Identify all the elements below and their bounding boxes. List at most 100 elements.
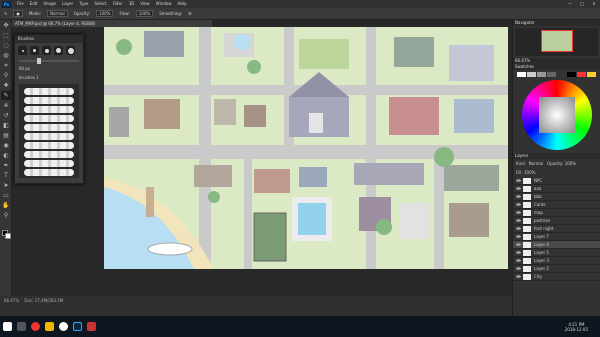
photoshop-taskbar-icon[interactable] (73, 322, 82, 331)
app-icon[interactable] (31, 322, 40, 331)
path-select-icon[interactable]: ➤ (1, 181, 11, 190)
brush-stroke-preview[interactable] (24, 169, 74, 176)
layer-row[interactable]: pastries (513, 217, 600, 225)
quick-select-icon[interactable]: ◍ (1, 51, 11, 60)
layer-row[interactable]: NPC (513, 177, 600, 185)
layer-row[interactable]: map (513, 209, 600, 217)
layer-kind-filter[interactable]: Kind (516, 161, 525, 166)
clone-stamp-icon[interactable]: ⎈ (1, 101, 11, 110)
brush-stroke-preview[interactable] (24, 142, 74, 149)
flow-field[interactable]: 100% (135, 10, 154, 17)
visibility-eye-icon[interactable] (516, 219, 521, 222)
hand-tool-icon[interactable]: ✋ (1, 201, 11, 210)
swatch[interactable] (577, 72, 586, 77)
lasso-tool-icon[interactable]: ◌ (1, 41, 11, 50)
layer-row[interactable]: City (513, 273, 600, 281)
swatch[interactable] (567, 72, 576, 77)
navigator-thumbnail[interactable] (541, 30, 573, 52)
visibility-eye-icon[interactable] (516, 251, 521, 254)
zoom-tool-icon[interactable]: ⚲ (1, 211, 11, 220)
shape-tool-icon[interactable]: ▭ (1, 191, 11, 200)
navigator-tab[interactable]: Navigator (513, 20, 600, 26)
visibility-eye-icon[interactable] (516, 243, 521, 246)
menu-file[interactable]: File (14, 0, 27, 8)
brush-stroke-preview[interactable] (24, 133, 74, 140)
visibility-eye-icon[interactable] (516, 275, 521, 278)
brush-preset[interactable] (54, 46, 63, 55)
healing-brush-icon[interactable]: ✚ (1, 81, 11, 90)
crop-tool-icon[interactable]: ⌗ (1, 61, 11, 70)
dodge-tool-icon[interactable]: ◐ (1, 151, 11, 160)
brush-stroke-preview[interactable] (24, 88, 74, 95)
brush-preset[interactable] (18, 46, 27, 55)
eraser-icon[interactable]: ◧ (1, 121, 11, 130)
brush-stroke-preview[interactable] (24, 124, 74, 131)
brush-preset[interactable] (42, 46, 51, 55)
brush-stroke-preview[interactable] (24, 151, 74, 158)
layer-row[interactable]: Layer 7 (513, 233, 600, 241)
fill-value[interactable]: 100% (524, 170, 535, 175)
swatch[interactable] (547, 72, 556, 77)
visibility-eye-icon[interactable] (516, 235, 521, 238)
swatch[interactable] (517, 72, 526, 77)
brush-tool-icon[interactable]: ✎ (4, 8, 7, 20)
gradient-tool-icon[interactable]: ▤ (1, 131, 11, 140)
swatches-tab[interactable]: Swatches (513, 64, 600, 70)
layer-row[interactable]: font night (513, 225, 600, 233)
color-picker-square[interactable] (538, 97, 575, 133)
history-brush-icon[interactable]: ↺ (1, 111, 11, 120)
pen-tool-icon[interactable]: ✒ (1, 161, 11, 170)
swatch[interactable] (557, 72, 566, 77)
layer-row[interactable]: bbb (513, 193, 600, 201)
maximize-icon[interactable]: □ (576, 0, 588, 8)
app-icon[interactable] (87, 322, 96, 331)
visibility-eye-icon[interactable] (516, 259, 521, 262)
type-tool-icon[interactable]: T (1, 171, 11, 180)
blend-mode-dropdown[interactable]: Normal (529, 161, 543, 166)
windows-start-icon[interactable] (3, 322, 12, 331)
menu-image[interactable]: Image (40, 0, 59, 8)
folder-icon[interactable] (45, 322, 54, 331)
visibility-eye-icon[interactable] (516, 227, 521, 230)
close-icon[interactable]: ✕ (588, 0, 600, 8)
marquee-tool-icon[interactable]: ⬚ (1, 31, 11, 40)
brush-folder[interactable]: brushes 1 (15, 73, 83, 82)
minimize-icon[interactable]: — (564, 0, 576, 8)
visibility-eye-icon[interactable] (516, 195, 521, 198)
brush-stroke-preview[interactable] (24, 97, 74, 104)
search-icon[interactable] (17, 322, 26, 331)
swatch[interactable] (587, 72, 596, 77)
visibility-eye-icon[interactable] (516, 187, 521, 190)
visibility-eye-icon[interactable] (516, 203, 521, 206)
swatch[interactable] (527, 72, 536, 77)
brush-preset-picker[interactable]: ● (13, 10, 23, 17)
brush-preset[interactable] (66, 46, 75, 55)
brush-stroke-preview[interactable] (24, 160, 74, 167)
layer-row[interactable]: Layer 2 (513, 265, 600, 273)
blur-tool-icon[interactable]: ◉ (1, 141, 11, 150)
browser-icon[interactable] (59, 322, 68, 331)
system-clock[interactable]: 4:21 PM 2018-12-05 (565, 322, 588, 332)
visibility-eye-icon[interactable] (516, 211, 521, 214)
document-tab[interactable]: ATM_MAP.psd @ 66.7% (Layer 4, RGB/8) (12, 20, 212, 27)
layer-opacity-value[interactable]: 100% (565, 161, 576, 166)
layer-row-selected[interactable]: Layer 4 (513, 241, 600, 249)
menu-view[interactable]: View (137, 0, 153, 8)
brush-stroke-preview[interactable] (24, 115, 74, 122)
brush-tool-icon[interactable]: ✎ (1, 91, 11, 100)
map-canvas[interactable] (104, 27, 508, 269)
opacity-field[interactable]: 100% (96, 10, 114, 17)
visibility-eye-icon[interactable] (516, 179, 521, 182)
layer-row[interactable]: Cards (513, 201, 600, 209)
background-color-swatch[interactable] (5, 233, 11, 239)
layer-row[interactable]: Layer 5 (513, 249, 600, 257)
visibility-eye-icon[interactable] (516, 267, 521, 270)
gear-icon[interactable]: ⚙ (188, 8, 192, 20)
eyedropper-icon[interactable]: ⚲ (1, 71, 11, 80)
menu-select[interactable]: Select (91, 0, 109, 8)
brush-size-slider[interactable] (19, 58, 79, 64)
layer-row[interactable]: Layer 3 (513, 257, 600, 265)
swatch[interactable] (537, 72, 546, 77)
brush-preset[interactable] (30, 46, 39, 55)
move-tool-icon[interactable]: ✥ (1, 21, 11, 30)
